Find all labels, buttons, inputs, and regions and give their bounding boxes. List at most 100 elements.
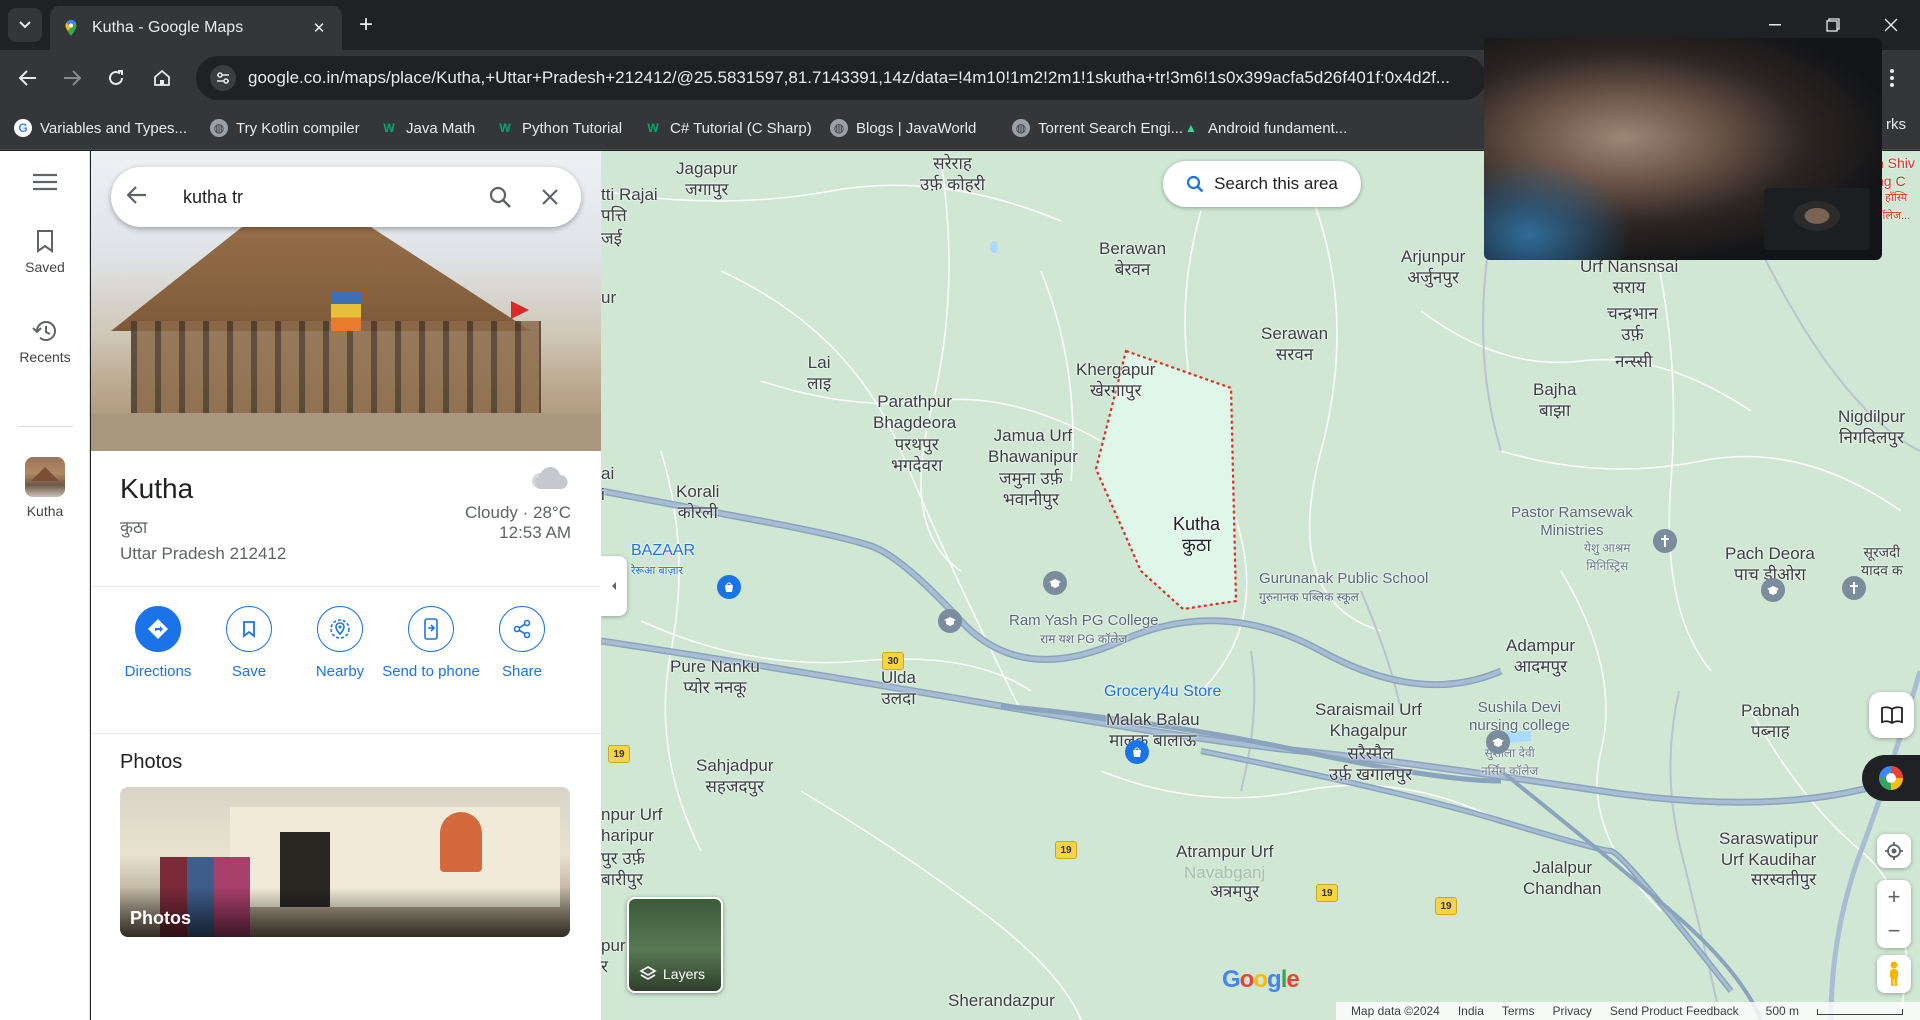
search-this-area-button[interactable]: Search this area <box>1163 161 1361 207</box>
highway-shield: 19 <box>1055 841 1077 859</box>
map-label: Parathpur Bhagdeora <box>873 392 957 432</box>
menu-button[interactable] <box>0 173 90 197</box>
back-button[interactable] <box>12 62 44 94</box>
share-button[interactable]: Share <box>472 606 572 682</box>
map-label: npur Urf haripur <box>601 805 663 845</box>
send-to-phone-button[interactable]: Send to phone <box>381 606 481 682</box>
arrow-right-icon <box>64 70 81 86</box>
map-poi-label[interactable]: Pastor Ramsewak Ministries <box>1511 504 1633 540</box>
feedback-link[interactable]: Send Product Feedback <box>1610 1004 1739 1018</box>
country-link[interactable]: India <box>1458 1004 1484 1018</box>
bookmarks-overflow[interactable]: rks <box>1886 116 1906 133</box>
address-bar[interactable]: google.co.in/maps/place/Kutha,+Uttar+Pra… <box>196 56 1486 100</box>
tab-active[interactable]: Kutha - Google Maps ✕ <box>50 6 342 50</box>
scale-indicator[interactable]: 500 m <box>1757 1004 1912 1018</box>
tab-search-button[interactable] <box>8 8 42 42</box>
map-label: Urf Nansnsai सराय <box>1580 257 1679 297</box>
local-time: 12:53 AM <box>499 523 571 542</box>
rail-recents[interactable]: Recents <box>0 319 90 365</box>
new-tab-button[interactable]: + <box>352 11 380 39</box>
chrome-lens-button[interactable] <box>1862 755 1920 801</box>
school-pin-icon[interactable] <box>938 609 962 633</box>
privacy-link[interactable]: Privacy <box>1553 1004 1592 1018</box>
map-label: Pure Nanku प्योर ननकू <box>670 657 760 697</box>
color-palette-icon <box>1879 766 1903 790</box>
w3schools-icon: W <box>499 121 511 135</box>
rail-recent-place[interactable]: Kutha <box>0 457 90 519</box>
close-icon <box>542 189 558 205</box>
school-pin-icon[interactable] <box>1761 578 1785 602</box>
clear-search-button[interactable] <box>535 182 565 212</box>
home-button[interactable] <box>146 62 178 94</box>
save-button[interactable]: Save <box>199 606 299 682</box>
highway-shield: 30 <box>882 652 904 670</box>
map-poi-label[interactable]: Gurunanak Public School गुरुनानक पब्लिक स… <box>1259 570 1428 606</box>
bookmark-item[interactable]: G Variables and Types... <box>14 116 187 140</box>
google-logo: Google <box>1222 966 1300 993</box>
self-view-thumbnail[interactable] <box>1764 188 1870 250</box>
map-poi-label[interactable]: Ram Yash PG College राम यश PG कॉलेज <box>1009 612 1159 648</box>
android-icon: ▲ <box>1185 121 1197 135</box>
search-input[interactable] <box>183 186 465 208</box>
bookmark-item[interactable]: ◍ Blogs | JavaWorld <box>830 116 976 140</box>
highway-shield: 19 <box>1316 884 1338 902</box>
map-label: नन्स्सी <box>1615 352 1653 371</box>
map-footer: Map data ©2024 India Terms Privacy Send … <box>601 1002 1920 1020</box>
map-label-kutha[interactable]: Kutha कुठा <box>1173 514 1220 556</box>
school-pin-icon[interactable] <box>1486 730 1510 754</box>
divider <box>91 733 601 734</box>
bookmark-item[interactable]: W Python Tutorial <box>496 116 622 140</box>
nearby-button[interactable]: Nearby <box>290 606 390 682</box>
rail-saved[interactable]: Saved <box>0 229 90 275</box>
webcam-overlay[interactable] <box>1484 38 1882 260</box>
bookmark-label: Android fundament... <box>1208 119 1348 137</box>
site-info-icon[interactable] <box>210 65 236 91</box>
cloudy-icon <box>531 466 568 489</box>
terms-link[interactable]: Terms <box>1502 1004 1535 1018</box>
reload-button[interactable] <box>100 62 132 94</box>
school-pin-icon[interactable] <box>1043 571 1067 595</box>
map-label: Nigdilpur निगदिलपुर <box>1838 407 1906 447</box>
shopping-pin-icon[interactable] <box>1125 740 1149 764</box>
zoom-out-button[interactable]: − <box>1877 914 1911 948</box>
reading-mode-button[interactable] <box>1869 692 1914 738</box>
map-canvas[interactable]: Search this area Jagapur जगापुर सरेराह उर्… <box>601 151 1920 1020</box>
bookmark-item[interactable]: W C# Tutorial (C Sharp) <box>644 116 811 140</box>
collapse-panel-button[interactable] <box>601 556 627 616</box>
layers-button[interactable]: Layers <box>627 897 723 993</box>
map-label: Khergapur खेरगापुर <box>1076 360 1156 400</box>
map-label: Jalalpur Chandhan <box>1523 858 1602 898</box>
shopping-pin-icon[interactable] <box>717 575 741 599</box>
chevron-left-icon <box>612 582 616 590</box>
map-poi-label[interactable]: Sushila Devi nursing college <box>1469 699 1570 735</box>
church-pin-icon[interactable] <box>1653 529 1677 553</box>
bookmark-item[interactable]: ◍ Try Kotlin compiler <box>210 116 360 140</box>
browser-menu-button[interactable] <box>1878 64 1906 92</box>
more-vert-icon <box>1890 69 1894 87</box>
forward-button[interactable] <box>56 62 88 94</box>
street-view-pegman[interactable] <box>1877 955 1911 993</box>
bookmark-item[interactable]: W Java Math <box>380 116 475 140</box>
tab-close-icon[interactable]: ✕ <box>308 17 330 39</box>
map-label: सरेराह उर्फ़ कोहरी <box>920 154 985 194</box>
church-pin-icon[interactable] <box>1842 576 1866 600</box>
maps-favicon-icon <box>65 20 77 36</box>
zoom-in-button[interactable]: + <box>1877 880 1911 914</box>
map-poi-label[interactable]: BAZAAR रेरूआ बाज़ार <box>631 540 695 582</box>
my-location-button[interactable] <box>1877 834 1911 868</box>
map-label: Atrampur Urf Navabganj <box>1176 842 1274 882</box>
photos-card[interactable]: Photos <box>120 787 570 937</box>
map-label: Jagapur जगापुर <box>676 159 738 199</box>
bookmark-item[interactable]: ◍ Torrent Search Engi... <box>1012 116 1183 140</box>
search-back-button[interactable] <box>126 184 155 210</box>
bookmark-label: Java Math <box>406 119 476 137</box>
search-button[interactable] <box>485 182 515 212</box>
recent-place-thumbnail <box>25 457 65 497</box>
map-poi-label[interactable]: Grocery4u Store <box>1104 681 1221 702</box>
search-this-area-label: Search this area <box>1214 174 1338 193</box>
search-icon <box>489 186 511 208</box>
bookmark-item[interactable]: ▲ Android fundament... <box>1182 116 1347 140</box>
place-address: Uttar Pradesh 212412 <box>120 544 287 563</box>
directions-button[interactable]: Directions <box>108 606 208 682</box>
chevron-down-icon <box>19 21 31 29</box>
